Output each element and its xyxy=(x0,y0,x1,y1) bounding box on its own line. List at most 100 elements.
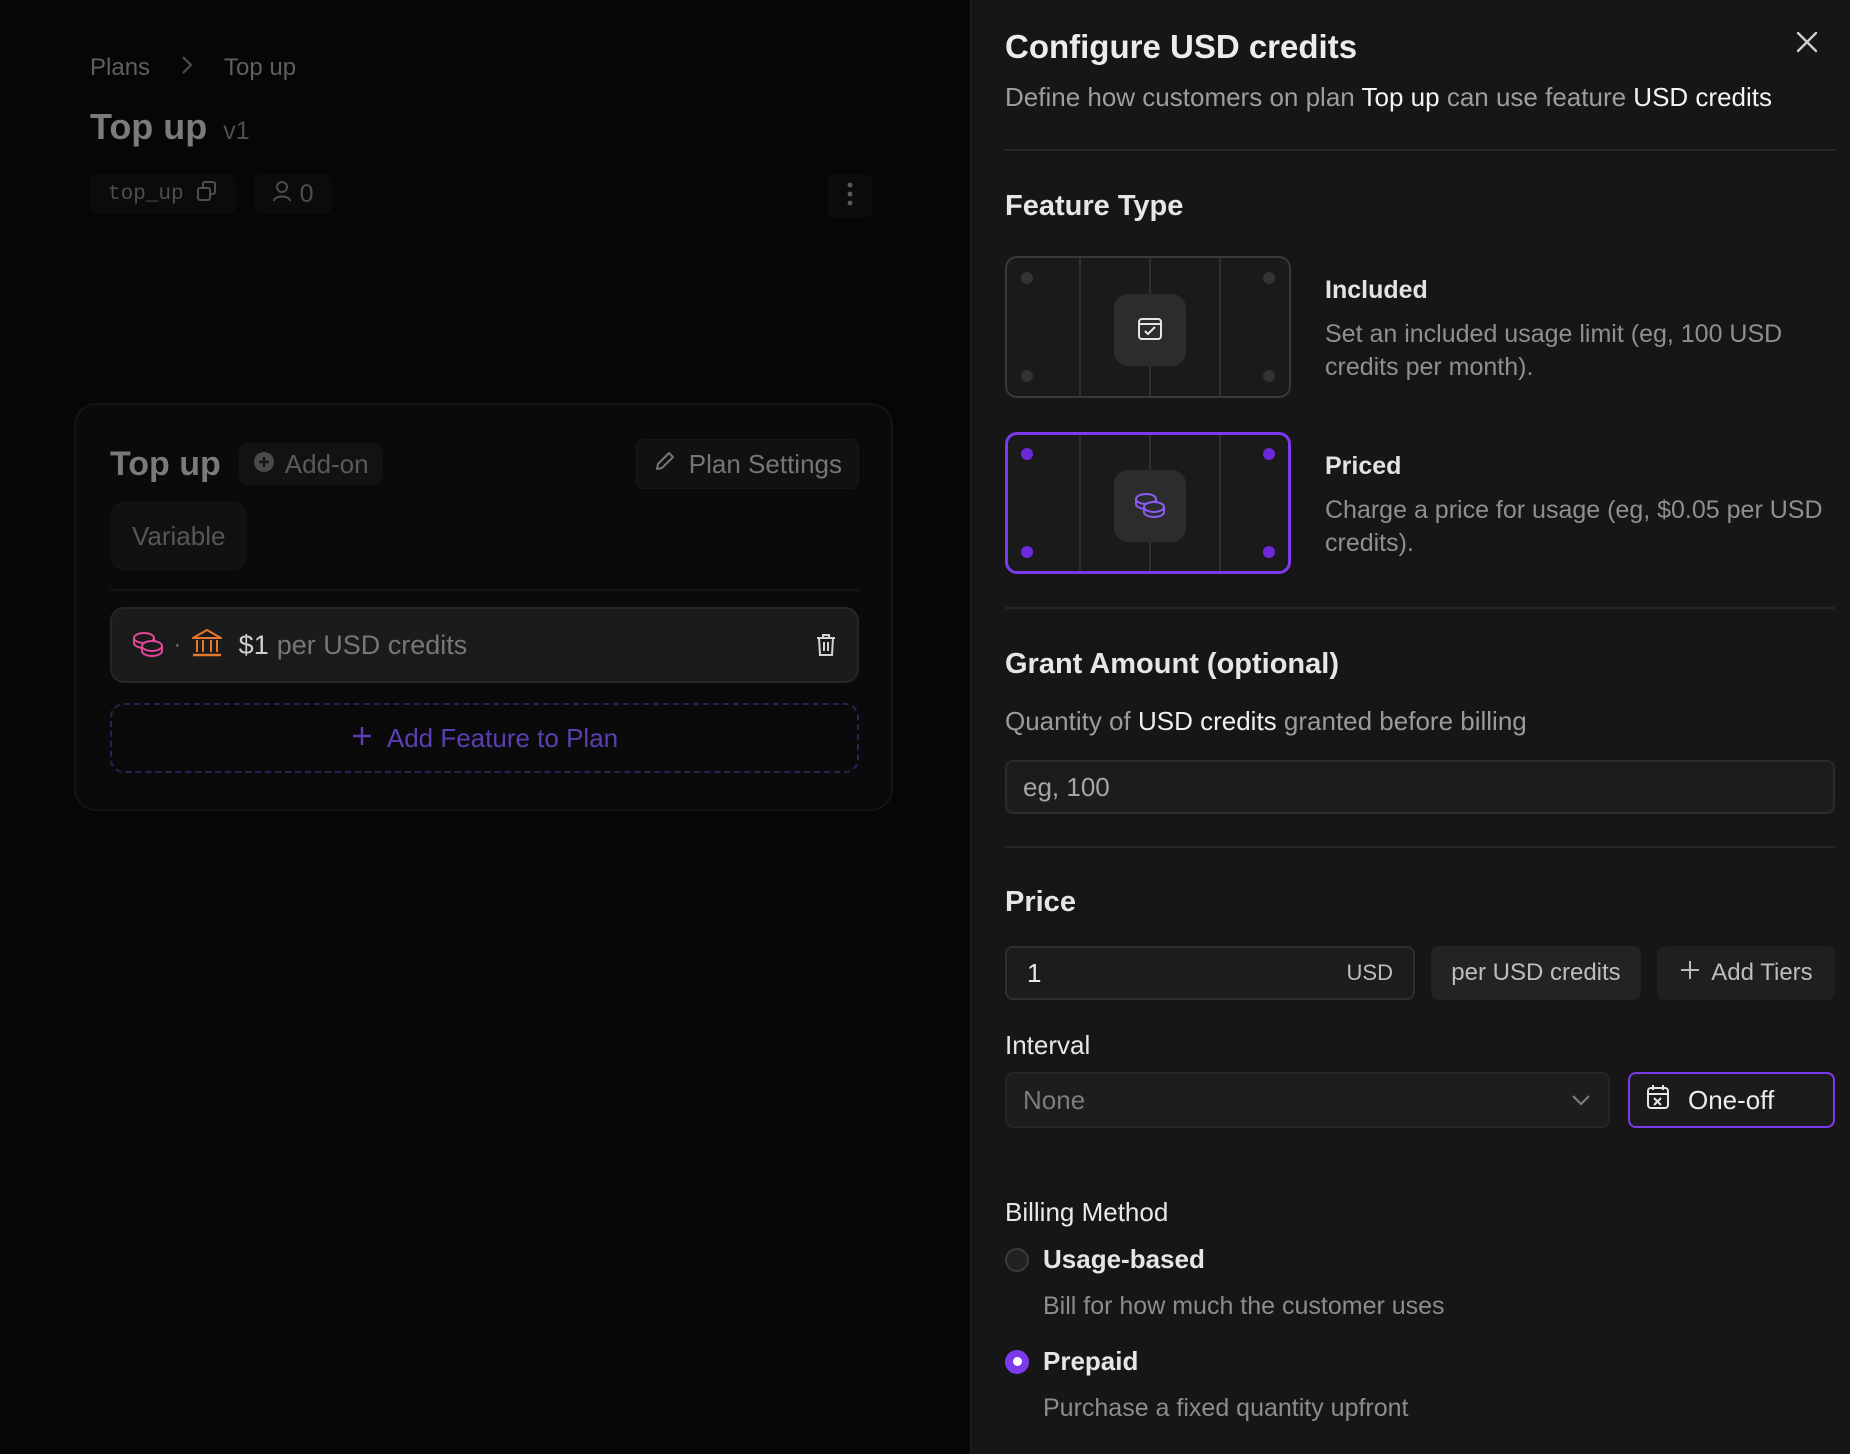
pencil-icon xyxy=(653,449,677,480)
plus-circle-icon xyxy=(253,449,275,480)
plan-actions-button[interactable] xyxy=(828,174,872,218)
chevron-right-icon xyxy=(180,54,194,82)
interval-value: None xyxy=(1023,1084,1086,1115)
add-tiers-button[interactable]: Add Tiers xyxy=(1657,946,1835,1000)
close-button[interactable] xyxy=(1787,24,1827,64)
card-corner-dot xyxy=(1263,546,1275,558)
feature-type-priced-label: Priced xyxy=(1325,452,1402,480)
billing-method-label: Billing Method xyxy=(1005,1197,1169,1227)
billing-option-desc: Bill for how much the customer uses xyxy=(1043,1292,1445,1320)
card-grid-line xyxy=(1079,435,1081,571)
plus-icon xyxy=(351,723,373,754)
panel-subtitle-middle: can use feature xyxy=(1446,82,1627,112)
customer-count-chip: 0 xyxy=(253,174,332,214)
user-icon xyxy=(272,180,292,209)
grant-amount-title: Grant Amount (optional) xyxy=(1005,648,1339,680)
feature-type-priced-desc: Charge a price for usage (eg, $0.05 per … xyxy=(1325,496,1823,557)
included-icon-box xyxy=(1114,294,1186,366)
breadcrumb-top-up[interactable]: Top up xyxy=(224,54,296,82)
interval-select[interactable]: None xyxy=(1005,1072,1610,1128)
feature-unit: per USD credits xyxy=(276,629,468,660)
billing-option-desc: Purchase a fixed quantity upfront xyxy=(1043,1394,1409,1422)
coins-icon xyxy=(132,629,164,662)
bank-icon xyxy=(191,628,223,663)
plan-id-chip[interactable]: top_up xyxy=(90,174,236,214)
radio-prepaid[interactable] xyxy=(1005,1349,1029,1374)
grant-desc-suffix: granted before billing xyxy=(1283,706,1527,736)
plan-card-divider xyxy=(110,589,859,591)
plan-card-header: Top up Add-on xyxy=(110,443,383,485)
billing-option-label: Prepaid xyxy=(1043,1346,1139,1376)
plan-feature-row[interactable]: · $1 per USD credits xyxy=(110,607,859,683)
card-corner-dot xyxy=(1263,272,1275,284)
one-off-toggle[interactable]: One-off xyxy=(1628,1072,1835,1128)
close-icon xyxy=(1795,30,1819,59)
grant-desc-prefix: Quantity of xyxy=(1005,706,1131,736)
breadcrumb-plans[interactable]: Plans xyxy=(90,54,150,82)
feature-type-included-card[interactable] xyxy=(1005,256,1291,398)
feature-price: $1 xyxy=(238,629,269,660)
panel-subtitle-prefix: Define how customers on plan xyxy=(1005,82,1355,112)
price-currency: USD xyxy=(1346,960,1393,985)
customer-count: 0 xyxy=(299,179,314,208)
plan-type-badge: Variable xyxy=(110,501,248,571)
feature-type-title: Feature Type xyxy=(1005,190,1184,222)
price-per-unit: per USD credits xyxy=(1431,946,1641,1000)
add-feature-label: Add Feature to Plan xyxy=(386,722,619,753)
grant-amount-desc: Quantity of USD credits granted before b… xyxy=(1005,706,1527,737)
calendar-x-icon xyxy=(1646,1084,1670,1117)
card-corner-dot xyxy=(1263,370,1275,382)
page-version: v1 xyxy=(223,117,250,145)
add-feature-button[interactable]: Add Feature to Plan xyxy=(110,703,859,773)
interval-label: Interval xyxy=(1005,1030,1091,1060)
calendar-check-icon xyxy=(1136,314,1164,347)
configure-feature-panel: Configure USD credits Define how custome… xyxy=(970,0,1850,1454)
page-title-row: Top up v1 xyxy=(90,106,250,148)
divider xyxy=(1005,149,1835,151)
feature-separator: · xyxy=(174,633,181,656)
kebab-icon xyxy=(847,182,853,211)
panel-subtitle-feature: USD credits xyxy=(1633,82,1772,112)
panel-subtitle-plan: Top up xyxy=(1361,82,1440,112)
plan-id-text: top_up xyxy=(108,182,184,206)
plan-settings-label: Plan Settings xyxy=(688,448,842,479)
plan-settings-button[interactable]: Plan Settings xyxy=(635,439,859,489)
panel-title: Configure USD credits xyxy=(1005,28,1358,65)
price-input[interactable]: 1 USD xyxy=(1005,946,1415,1000)
panel-subtitle: Define how customers on plan Top up can … xyxy=(1005,82,1772,113)
feature-type-included-desc: Set an included usage limit (eg, 100 USD… xyxy=(1325,320,1783,381)
card-corner-dot xyxy=(1263,448,1275,460)
price-title: Price xyxy=(1005,886,1076,918)
addon-badge-label: Add-on xyxy=(284,448,369,479)
card-grid-line xyxy=(1219,258,1221,396)
chevron-down-icon xyxy=(1570,1093,1592,1107)
plus-icon xyxy=(1679,959,1701,988)
breadcrumb: Plans Top up xyxy=(90,54,296,82)
coins-icon xyxy=(1134,490,1166,523)
plan-card: Top up Add-on Plan Settings Variable · $… xyxy=(74,403,893,811)
divider xyxy=(1005,846,1835,848)
copy-icon[interactable] xyxy=(196,180,218,209)
card-corner-dot xyxy=(1021,546,1033,558)
card-grid-line xyxy=(1079,258,1081,396)
one-off-label: One-off xyxy=(1688,1084,1775,1115)
priced-icon-box xyxy=(1114,470,1186,542)
divider xyxy=(1005,607,1835,609)
plan-card-name: Top up xyxy=(110,444,221,483)
add-tiers-label: Add Tiers xyxy=(1711,959,1813,986)
radio-usage-based[interactable] xyxy=(1005,1247,1029,1272)
feature-type-included-label: Included xyxy=(1325,276,1428,304)
grant-desc-feature: USD credits xyxy=(1137,706,1277,736)
card-grid-line xyxy=(1219,435,1221,571)
billing-option-label: Usage-based xyxy=(1043,1244,1205,1274)
card-corner-dot xyxy=(1021,272,1033,284)
page-title: Top up xyxy=(90,106,208,147)
feature-type-priced-card[interactable] xyxy=(1005,432,1291,574)
billing-option-usage-based[interactable]: Usage-based xyxy=(1005,1244,1205,1275)
card-corner-dot xyxy=(1021,370,1033,382)
billing-option-prepaid[interactable]: Prepaid xyxy=(1005,1346,1138,1377)
addon-badge: Add-on xyxy=(238,443,383,485)
card-corner-dot xyxy=(1021,448,1033,460)
grant-amount-input[interactable]: eg, 100 xyxy=(1005,760,1835,814)
trash-icon[interactable] xyxy=(815,633,837,657)
